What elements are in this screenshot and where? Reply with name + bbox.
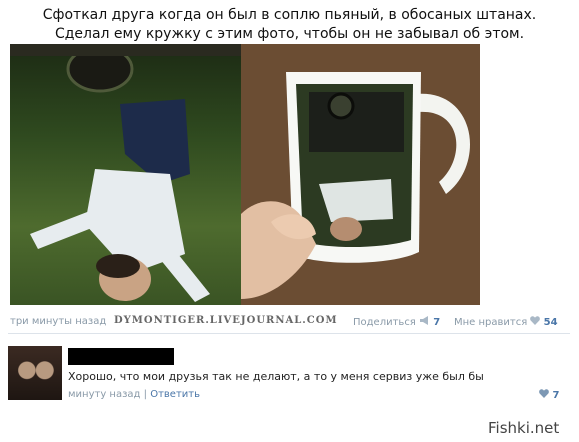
photo-mug-drawing xyxy=(241,44,480,305)
comment-text: Хорошо, что мои друзья так не делают, а … xyxy=(68,370,484,383)
post-caption: Сфоткал друга когда он был в соплю пьяны… xyxy=(0,6,579,44)
share-button[interactable]: Поделиться 7 xyxy=(353,316,440,328)
comment-like-count: 7 xyxy=(552,390,560,401)
comment-meta: минуту назад | Ответить xyxy=(68,389,200,400)
like-count: 54 xyxy=(543,317,558,328)
megaphone-icon xyxy=(419,316,433,328)
comment-separator: | xyxy=(143,389,148,400)
like-label: Мне нравится xyxy=(454,317,528,328)
avatar[interactable] xyxy=(8,346,62,400)
watermark: DYMONTIGER.LIVEJOURNAL.COM xyxy=(114,315,338,326)
site-watermark: Fishki.net xyxy=(488,419,560,437)
photo-drunk-friend-drawing xyxy=(10,44,241,302)
reply-link[interactable]: Ответить xyxy=(150,389,200,400)
caption-line-2: Сделал ему кружку с этим фото, чтобы он … xyxy=(54,26,525,42)
photo-drunk-friend[interactable] xyxy=(10,44,241,305)
heart-icon xyxy=(539,389,552,401)
share-count: 7 xyxy=(433,317,441,328)
divider xyxy=(8,333,570,334)
like-button[interactable]: Мне нравится 54 xyxy=(454,316,558,328)
caption-line-1: Сфоткал друга когда он был в соплю пьяны… xyxy=(42,7,537,23)
post-meta: три минуты назад DYMONTIGER.LIVEJOURNAL.… xyxy=(10,314,570,330)
comment-like-button[interactable]: 7 xyxy=(539,389,559,401)
post-time[interactable]: три минуты назад xyxy=(10,316,106,327)
heart-icon xyxy=(530,316,543,328)
comment-time[interactable]: минуту назад xyxy=(68,389,140,400)
redacted-author-name xyxy=(68,348,174,365)
share-label: Поделиться xyxy=(353,317,416,328)
photo-mug[interactable] xyxy=(241,44,480,305)
